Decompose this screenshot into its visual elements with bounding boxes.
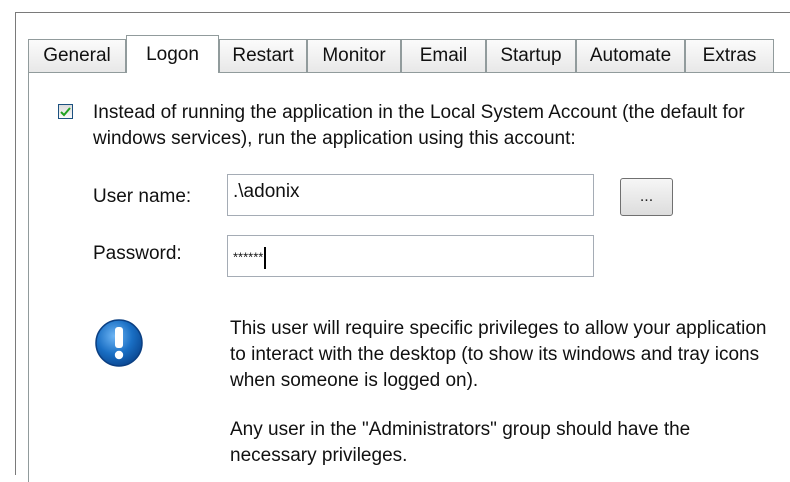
username-label: User name: bbox=[93, 186, 192, 207]
exclamation-info-icon bbox=[95, 319, 143, 367]
tab-general[interactable]: General bbox=[28, 39, 126, 72]
password-value: ****** bbox=[233, 249, 264, 265]
browse-user-button[interactable]: ... bbox=[620, 178, 673, 216]
use-account-checkbox[interactable] bbox=[58, 104, 73, 119]
tab-strip: General Logon Restart Monitor Email Star… bbox=[28, 35, 790, 73]
tab-logon[interactable]: Logon bbox=[126, 35, 219, 73]
password-label: Password: bbox=[93, 243, 182, 264]
text-caret bbox=[264, 247, 267, 269]
tab-restart[interactable]: Restart bbox=[219, 39, 307, 72]
password-input[interactable]: ****** bbox=[227, 235, 594, 277]
admin-note: Any user in the "Administrators" group s… bbox=[230, 419, 691, 466]
window-frame-top bbox=[15, 12, 790, 13]
checkmark-icon bbox=[60, 107, 71, 117]
username-input[interactable]: .\adonix bbox=[227, 174, 594, 216]
use-account-label[interactable]: Instead of running the application in th… bbox=[93, 100, 773, 152]
tab-monitor[interactable]: Monitor bbox=[307, 39, 401, 72]
window-frame-left bbox=[15, 12, 16, 475]
privileges-note: This user will require specific privileg… bbox=[230, 318, 767, 391]
tab-extras[interactable]: Extras bbox=[685, 39, 774, 72]
tab-email[interactable]: Email bbox=[401, 39, 486, 72]
tab-startup[interactable]: Startup bbox=[486, 39, 576, 72]
tab-automate[interactable]: Automate bbox=[576, 39, 685, 72]
